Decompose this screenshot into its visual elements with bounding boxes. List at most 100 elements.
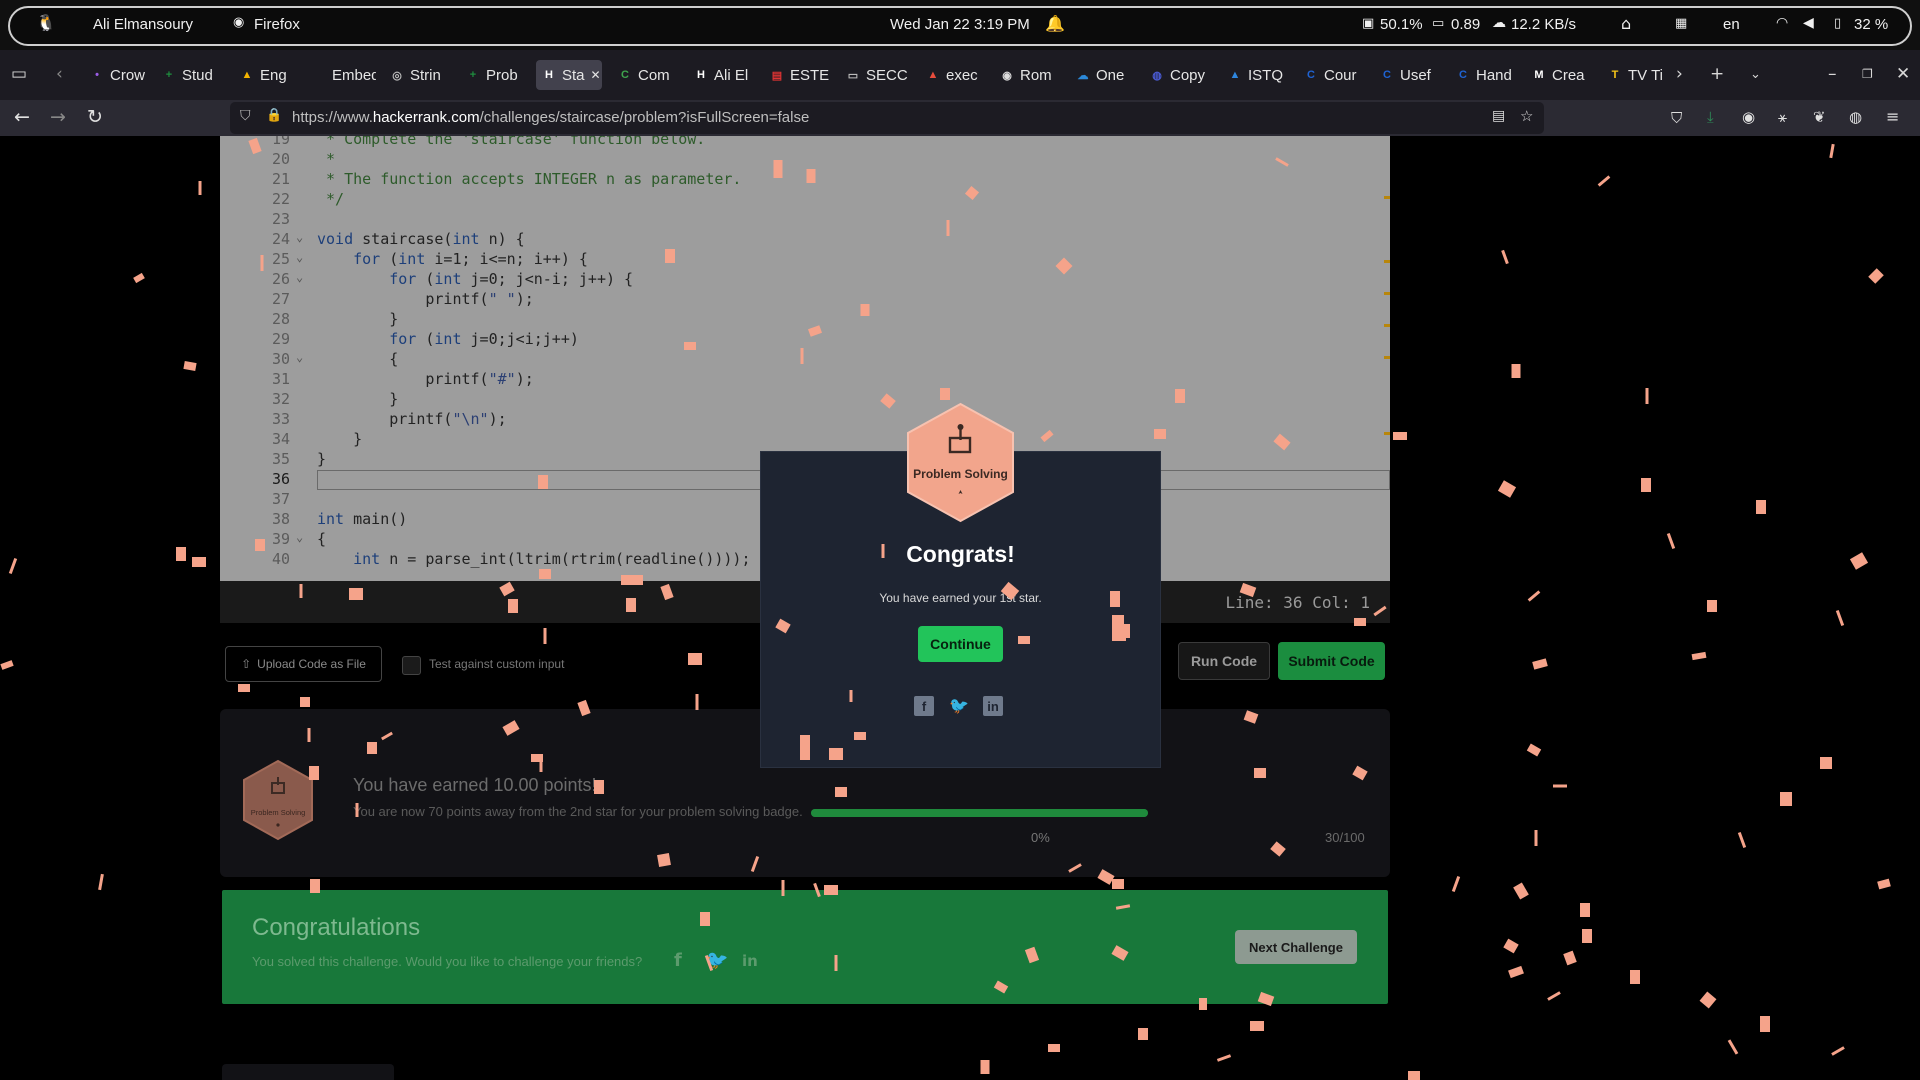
tab-15[interactable]: ▲ ISTQ	[1228, 60, 1292, 90]
reload-icon[interactable]: ↻	[87, 106, 103, 128]
editor-scrollbar[interactable]	[1382, 136, 1390, 581]
system-user[interactable]: Ali Elmansoury	[93, 16, 193, 33]
code-text: }	[317, 310, 399, 328]
tab-4[interactable]: ◎ Strin	[390, 60, 454, 90]
line-number: 28	[271, 310, 290, 328]
tab-12[interactable]: ◉ Rom	[1000, 60, 1064, 90]
tab-favicon-icon: ▲	[927, 69, 939, 81]
tab-13[interactable]: ☁ One	[1076, 60, 1140, 90]
code-line[interactable]: 22 */	[220, 190, 1390, 210]
address-bar[interactable]: ⛉ 🔒 https://www.hackerrank.com/challenge…	[230, 102, 1544, 134]
code-line[interactable]: 32 }	[220, 390, 1390, 410]
back-icon[interactable]: ←	[14, 106, 30, 128]
linux-icon[interactable]: 🐧	[36, 13, 56, 32]
scroll-tabs-left-icon[interactable]: ‹	[56, 64, 63, 84]
volume-icon[interactable]: ◀	[1803, 15, 1814, 31]
linkedin-icon[interactable]: in	[983, 696, 1003, 716]
reader-view-icon[interactable]: ▤	[1492, 108, 1505, 124]
next-challenge-button[interactable]: Next Challenge	[1235, 930, 1357, 964]
tab-6[interactable]: H Sta ✕	[536, 60, 602, 90]
tab-8[interactable]: H Ali El	[694, 60, 758, 90]
new-tab-icon[interactable]: +	[1710, 64, 1724, 84]
tab-19[interactable]: M Crea	[1532, 60, 1596, 90]
tab-17[interactable]: C Usef	[1380, 60, 1444, 90]
tab-favicon-icon: T	[1611, 69, 1619, 81]
code-line[interactable]: 31 printf("#");	[220, 370, 1390, 390]
close-tab-icon[interactable]: ✕	[591, 68, 601, 82]
close-window-icon[interactable]: ✕	[1896, 64, 1910, 84]
submit-code-button[interactable]: Submit Code	[1278, 642, 1385, 680]
tab-7[interactable]: C Com	[618, 60, 682, 90]
upload-code-button[interactable]: ⇧ Upload Code as File	[225, 646, 382, 682]
facebook-icon[interactable]: f	[914, 696, 934, 716]
tab-5[interactable]: + Prob	[466, 60, 530, 90]
tab-overview-icon[interactable]: ▭	[11, 64, 27, 84]
downloads-icon[interactable]: ⤓	[1707, 108, 1714, 126]
bookmark-star-icon[interactable]: ☆	[1520, 107, 1533, 125]
tab-0[interactable]: • Crow	[90, 60, 154, 90]
maximize-icon[interactable]: ❐	[1862, 67, 1873, 81]
tab-2[interactable]: ▲ Eng	[240, 60, 304, 90]
tab-14[interactable]: ◍ Copy	[1150, 60, 1214, 90]
code-line[interactable]: 28 }	[220, 310, 1390, 330]
code-line[interactable]: 23	[220, 210, 1390, 230]
extension-leaf-icon[interactable]: ❦	[1813, 108, 1826, 126]
tab-favicon-icon: ◎	[392, 69, 402, 82]
system-clock[interactable]: Wed Jan 22 3:19 PM	[890, 16, 1030, 33]
minimize-icon[interactable]: –	[1828, 64, 1837, 84]
fold-chevron-icon[interactable]: ⌄	[296, 530, 303, 544]
list-tabs-icon[interactable]: ⌄	[1750, 67, 1761, 82]
extensions-icon[interactable]: ⚹	[1778, 108, 1787, 126]
linkedin-icon[interactable]: in	[742, 952, 758, 970]
code-line[interactable]: 20 *	[220, 150, 1390, 170]
account-icon[interactable]: ◉	[1742, 108, 1755, 126]
fold-chevron-icon[interactable]: ⌄	[296, 230, 303, 244]
scroll-tabs-right-icon[interactable]: ›	[1676, 64, 1683, 84]
tab-label: Copy	[1170, 66, 1206, 84]
continue-button[interactable]: Continue	[918, 626, 1003, 662]
run-code-button[interactable]: Run Code	[1178, 642, 1270, 680]
tab-10[interactable]: ▭ SECC	[846, 60, 910, 90]
code-line[interactable]: 19 * Complete the 'staircase' function b…	[220, 136, 1390, 150]
code-line[interactable]: 21 * The function accepts INTEGER n as p…	[220, 170, 1390, 190]
system-app-name[interactable]: Firefox	[254, 16, 300, 33]
code-line[interactable]: 25 ⌄ for (int i=1; i<=n; i++) {	[220, 250, 1390, 270]
code-line[interactable]: 33 printf("\n");	[220, 410, 1390, 430]
pocket-icon[interactable]: ⛉	[1671, 109, 1682, 127]
bell-icon[interactable]: 🔔	[1045, 14, 1065, 33]
wifi-icon[interactable]: ◠	[1776, 15, 1788, 31]
tab-20[interactable]: T TV Ti	[1608, 60, 1672, 90]
menu-icon[interactable]: ≡	[1886, 107, 1899, 126]
code-text: printf("\n");	[317, 410, 507, 428]
tab-1[interactable]: + Stud	[162, 60, 226, 90]
custom-input-label[interactable]: Test against custom input	[429, 657, 564, 671]
tab-label: Com	[638, 66, 670, 84]
tab-3[interactable]: Embedd	[312, 60, 376, 90]
code-line[interactable]: 26 ⌄ for (int j=0; j<n-i; j++) {	[220, 270, 1390, 290]
tab-16[interactable]: C Cour	[1304, 60, 1368, 90]
code-line[interactable]: 24 ⌄ void staircase(int n) {	[220, 230, 1390, 250]
twitter-icon[interactable]: 🐦	[949, 696, 969, 716]
tab-11[interactable]: ▲ exec	[926, 60, 990, 90]
facebook-icon[interactable]: f	[674, 950, 682, 971]
battery-level[interactable]: 32 %	[1854, 16, 1888, 33]
twitter-icon[interactable]: 🐦	[706, 950, 728, 971]
tab-9[interactable]: ▤ ESTE	[770, 60, 834, 90]
custom-input-checkbox[interactable]	[402, 656, 421, 675]
lock-icon[interactable]: 🔒	[266, 108, 282, 123]
fold-chevron-icon[interactable]: ⌄	[296, 250, 303, 264]
code-line[interactable]: 30 ⌄ {	[220, 350, 1390, 370]
keyboard-language[interactable]: en	[1723, 16, 1740, 33]
shield-icon[interactable]: ⛉	[240, 108, 251, 124]
fold-chevron-icon[interactable]: ⌄	[296, 270, 303, 284]
screen-icon[interactable]: ▦	[1675, 16, 1687, 31]
code-line[interactable]: 27 printf(" ");	[220, 290, 1390, 310]
code-line[interactable]: 29 for (int j=0;j<i;j++)	[220, 330, 1390, 350]
forward-icon[interactable]: →	[50, 106, 66, 128]
fold-chevron-icon[interactable]: ⌄	[296, 350, 303, 364]
translate-icon[interactable]: ◍	[1849, 108, 1862, 126]
url-text[interactable]: https://www.hackerrank.com/challenges/st…	[292, 109, 809, 126]
code-line[interactable]: 34 }	[220, 430, 1390, 450]
home-icon[interactable]: ⌂	[1621, 14, 1631, 33]
tab-18[interactable]: C Hand	[1456, 60, 1520, 90]
